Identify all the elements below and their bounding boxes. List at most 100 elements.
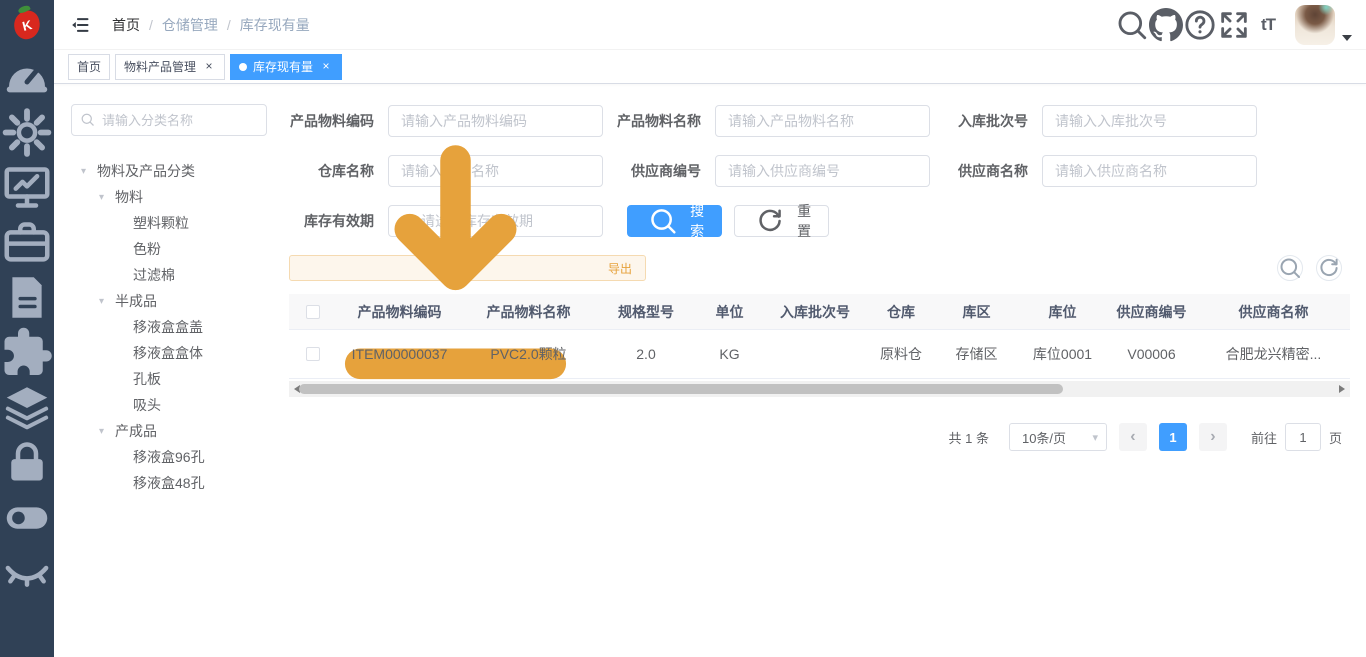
table-header-cell: 仓库 bbox=[868, 294, 934, 329]
tree-node[interactable]: ▾半成品 bbox=[71, 288, 284, 314]
scrollbar-thumb[interactable] bbox=[299, 384, 1063, 394]
briefcase-icon[interactable] bbox=[0, 215, 54, 270]
table-header-cell: 库区 bbox=[934, 294, 1019, 329]
tree-node[interactable]: ▾过滤棉 bbox=[71, 262, 284, 288]
row-checkbox[interactable] bbox=[306, 347, 320, 361]
font-size-glyph: tT bbox=[1261, 15, 1275, 35]
font-size-icon[interactable]: tT bbox=[1251, 8, 1285, 42]
tab-home[interactable]: 首页 bbox=[68, 54, 110, 80]
sidebar-menu bbox=[0, 50, 54, 600]
search-button-label: 搜索 bbox=[688, 201, 706, 241]
close-tab-icon[interactable]: × bbox=[202, 60, 216, 74]
top-navbar: 首页/仓储管理/库存现有量 tT bbox=[54, 0, 1366, 50]
tree-node[interactable]: ▾物料及产品分类 bbox=[71, 158, 284, 184]
table-cell: 库位0001 bbox=[1019, 330, 1106, 378]
breadcrumb-item: 库存现有量 bbox=[240, 15, 310, 35]
tree-node[interactable]: ▾移液盒96孔 bbox=[71, 444, 284, 470]
active-tab-dot bbox=[239, 63, 247, 71]
document-icon[interactable] bbox=[0, 270, 54, 325]
category-search-input[interactable] bbox=[71, 104, 267, 136]
select-all-checkbox[interactable] bbox=[306, 305, 320, 319]
tree-expand-arrow-icon[interactable]: ▾ bbox=[99, 296, 115, 307]
fullscreen-icon[interactable] bbox=[1217, 8, 1251, 42]
tree-node[interactable]: ▾塑料颗粒 bbox=[71, 210, 284, 236]
dashboard-icon[interactable] bbox=[0, 50, 54, 105]
total-count: 共 1 条 bbox=[949, 428, 989, 447]
filter-input-supplier-name[interactable] bbox=[1042, 155, 1257, 187]
menu-fold-icon[interactable] bbox=[70, 15, 90, 35]
table-header-cell: 供应商编号 bbox=[1106, 294, 1197, 329]
help-icon[interactable] bbox=[1183, 8, 1217, 42]
filter-input-inbound-batch-no[interactable] bbox=[1042, 105, 1257, 137]
pagination: 共 1 条 10条/页 ▾ ‹ 1 › 前往 页 bbox=[289, 423, 1350, 451]
lock-icon[interactable] bbox=[0, 435, 54, 490]
reset-button[interactable]: 重置 bbox=[734, 205, 829, 237]
refresh-table-button[interactable] bbox=[1316, 255, 1342, 281]
filter-label-supplier-name: 供应商名称 bbox=[943, 161, 1028, 181]
tree-node[interactable]: ▾移液盒48孔 bbox=[71, 470, 284, 496]
tree-expand-arrow-icon[interactable]: ▾ bbox=[99, 426, 115, 437]
tree-node[interactable]: ▾色粉 bbox=[71, 236, 284, 262]
layers-icon[interactable] bbox=[0, 380, 54, 435]
navbar-actions: tT bbox=[1115, 5, 1352, 45]
table-cell: ITEM00000037 bbox=[337, 330, 462, 378]
user-avatar[interactable] bbox=[1295, 5, 1335, 45]
tree-node[interactable]: ▾移液盒盒体 bbox=[71, 340, 284, 366]
horizontal-scrollbar[interactable] bbox=[289, 381, 1350, 397]
export-button[interactable]: 导出 bbox=[289, 255, 646, 281]
filter-input-product-material-name[interactable] bbox=[715, 105, 930, 137]
tree-expand-arrow-icon[interactable]: ▾ bbox=[81, 166, 97, 177]
page-number-button[interactable]: 1 bbox=[1159, 423, 1187, 451]
eye-closed-icon[interactable] bbox=[0, 545, 54, 600]
puzzle-icon[interactable] bbox=[0, 325, 54, 380]
app-logo[interactable]: K bbox=[0, 0, 54, 50]
tree-node[interactable]: ▾孔板 bbox=[71, 366, 284, 392]
breadcrumb-item: 仓储管理 bbox=[162, 15, 218, 35]
table-cell: 2.0 bbox=[595, 330, 697, 378]
table-header-cell: 供应商名称 bbox=[1197, 294, 1350, 329]
work-area: 产品物料编码产品物料名称入库批次号仓库名称供应商编号供应商名称库存有效期请选择库… bbox=[284, 84, 1366, 657]
table-cell: 合肥龙兴精密... bbox=[1197, 330, 1350, 378]
tree-expand-arrow-icon[interactable]: ▾ bbox=[99, 192, 115, 203]
filter-field-inbound-batch-no: 入库批次号 bbox=[943, 105, 1257, 137]
toggle-icon[interactable] bbox=[0, 490, 54, 545]
table-cell: PVC2.0颗粒 bbox=[462, 330, 595, 378]
page-size-select[interactable]: 10条/页 ▾ bbox=[1009, 423, 1107, 451]
github-icon[interactable] bbox=[1149, 8, 1183, 42]
reset-button-label: 重置 bbox=[795, 201, 813, 241]
breadcrumb-separator: / bbox=[149, 17, 153, 33]
close-tab-icon[interactable]: × bbox=[319, 60, 333, 74]
tree-node-label: 物料 bbox=[115, 187, 143, 207]
table-row[interactable]: ITEM00000037PVC2.0颗粒2.0KG原料仓存储区库位0001V00… bbox=[289, 330, 1350, 379]
search-button[interactable]: 搜索 bbox=[627, 205, 722, 237]
goto-page-input[interactable] bbox=[1285, 423, 1321, 451]
table-cell bbox=[762, 330, 868, 378]
monitor-chart-icon[interactable] bbox=[0, 160, 54, 215]
table-header-cell: 库位 bbox=[1019, 294, 1106, 329]
scroll-right-arrow-icon[interactable] bbox=[1334, 381, 1350, 397]
tab-inventory-on-hand[interactable]: 库存现有量× bbox=[230, 54, 342, 80]
filter-label-product-material-name: 产品物料名称 bbox=[616, 111, 701, 131]
breadcrumb-item[interactable]: 首页 bbox=[112, 15, 140, 35]
tree-node[interactable]: ▾物料 bbox=[71, 184, 284, 210]
select-all-cell bbox=[289, 294, 337, 329]
table-toolbar: 导出 bbox=[289, 255, 1350, 281]
page-unit-label: 页 bbox=[1329, 428, 1342, 447]
filter-input-supplier-code[interactable] bbox=[715, 155, 930, 187]
tab-material-product-management[interactable]: 物料产品管理× bbox=[115, 54, 225, 80]
search-icon[interactable] bbox=[1115, 8, 1149, 42]
settings-gear-icon[interactable] bbox=[0, 105, 54, 160]
category-tree: ▾物料及产品分类▾物料▾塑料颗粒▾色粉▾过滤棉▾半成品▾移液盒盒盖▾移液盒盒体▾… bbox=[71, 158, 284, 496]
next-page-button[interactable]: › bbox=[1199, 423, 1227, 451]
filter-field-product-material-name: 产品物料名称 bbox=[616, 105, 930, 137]
prev-page-button[interactable]: ‹ bbox=[1119, 423, 1147, 451]
goto-label: 前往 bbox=[1251, 428, 1277, 447]
tree-node[interactable]: ▾产成品 bbox=[71, 418, 284, 444]
tree-node[interactable]: ▾移液盒盒盖 bbox=[71, 314, 284, 340]
tree-node-label: 过滤棉 bbox=[133, 265, 175, 285]
user-menu[interactable] bbox=[1295, 5, 1352, 45]
toggle-search-button[interactable] bbox=[1277, 255, 1303, 281]
tree-node-label: 孔板 bbox=[133, 369, 161, 389]
tree-node[interactable]: ▾吸头 bbox=[71, 392, 284, 418]
filter-field-supplier-name: 供应商名称 bbox=[943, 155, 1257, 187]
